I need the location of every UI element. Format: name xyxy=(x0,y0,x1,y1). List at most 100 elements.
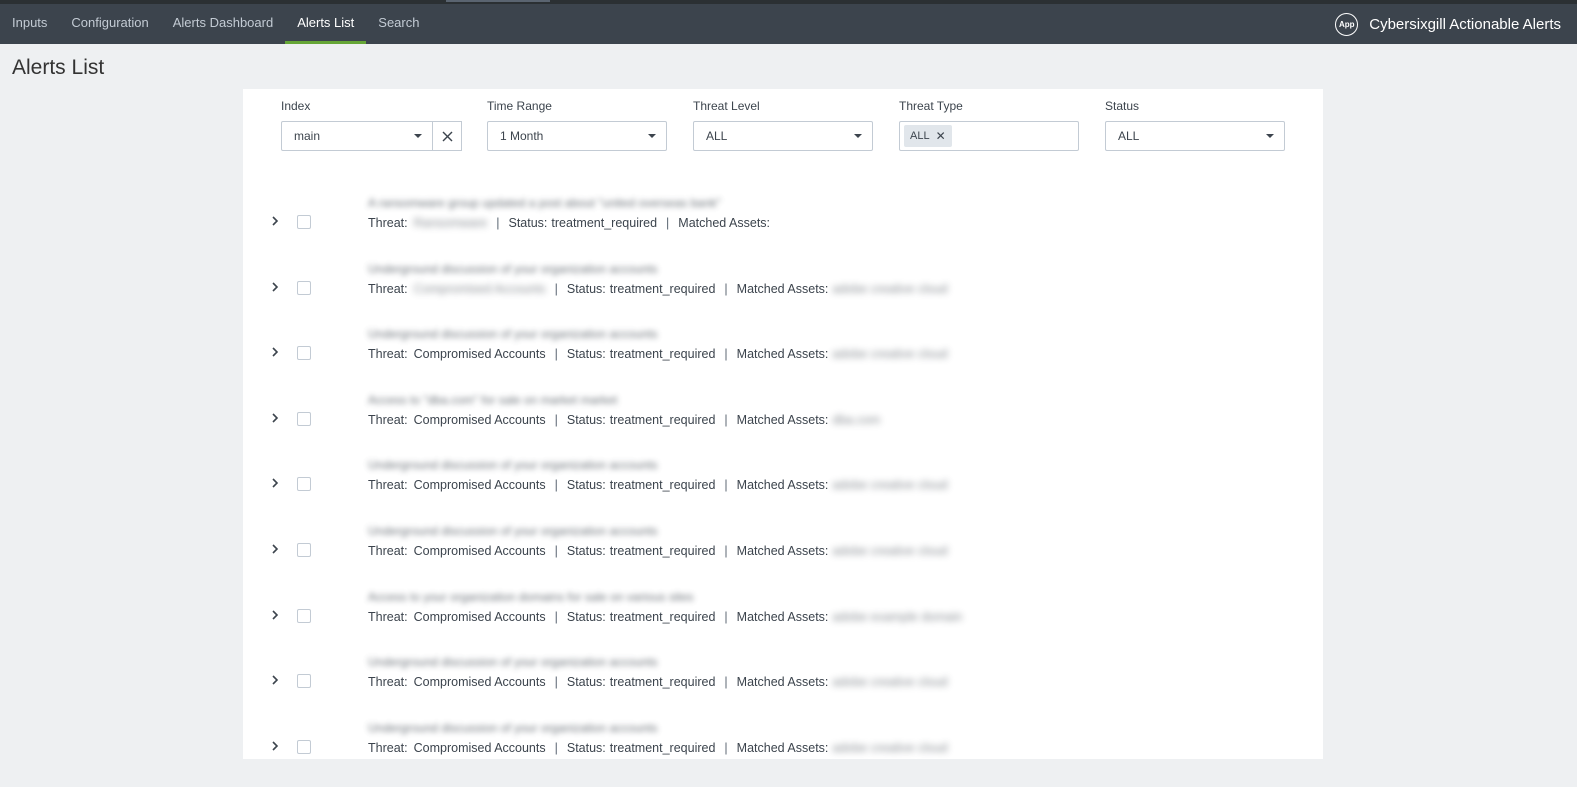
alert-title[interactable]: Underground discussion of your organizat… xyxy=(368,524,658,538)
clear-index-button[interactable] xyxy=(433,121,462,151)
top-nav-bar: Inputs Configuration Alerts Dashboard Al… xyxy=(0,0,1577,44)
chevron-right-icon[interactable] xyxy=(270,674,280,686)
status-value: treatment_required xyxy=(609,544,716,558)
alert-title[interactable]: Underground discussion of your organizat… xyxy=(368,458,658,472)
chevron-right-icon[interactable] xyxy=(270,477,280,489)
alert-checkbox[interactable] xyxy=(297,543,311,557)
alert-checkbox[interactable] xyxy=(297,215,311,229)
matched-assets-value: adobe creative cloud xyxy=(832,478,948,493)
alert-meta: Threat: Compromised Accounts | Status: treat… xyxy=(368,610,962,624)
alert-title[interactable]: Access to "dba.com" for sale on market m… xyxy=(368,393,617,407)
alert-title[interactable]: Underground discussion of your organizat… xyxy=(368,655,658,669)
alert-title[interactable]: Underground discussion of your organizat… xyxy=(368,721,658,735)
threat-label: Threat: xyxy=(368,609,408,624)
separator: | xyxy=(554,740,558,755)
alert-checkbox[interactable] xyxy=(297,608,311,623)
chevron-right-icon[interactable] xyxy=(270,543,280,555)
nav-item-alerts-dashboard[interactable]: Alerts Dashboard xyxy=(161,4,285,44)
nav-item-configuration[interactable]: Configuration xyxy=(59,4,160,44)
index-select[interactable]: main xyxy=(281,121,433,151)
chevron-right-icon[interactable] xyxy=(270,412,280,424)
alert-checkbox[interactable] xyxy=(297,411,311,426)
alert-checkbox[interactable] xyxy=(297,280,311,295)
threat-level-value: ALL xyxy=(706,129,728,143)
alert-meta: Threat: Compromised Accounts | Status: treat… xyxy=(368,544,948,558)
alert-row: Underground discussion of your organizat… xyxy=(243,327,1323,393)
matched-assets-label: Matched Assets: xyxy=(736,412,829,427)
threat-type-multiselect[interactable]: ALL ✕ xyxy=(899,121,1079,151)
matched-assets-value: adobe creative cloud xyxy=(832,740,948,755)
separator: | xyxy=(724,544,728,558)
threat-type-chip-label: ALL xyxy=(910,130,930,142)
alert-row: A ransomware group updated a post about … xyxy=(243,196,1323,262)
time-range-select[interactable]: 1 Month xyxy=(487,121,667,151)
alert-checkbox[interactable] xyxy=(297,674,311,689)
status-select[interactable]: ALL xyxy=(1105,121,1285,151)
separator: | xyxy=(666,216,670,230)
chevron-right-icon[interactable] xyxy=(270,281,280,293)
chevron-right-icon[interactable] xyxy=(270,215,280,227)
chevron-right-icon[interactable] xyxy=(270,609,280,621)
alert-title[interactable]: Underground discussion of your organizat… xyxy=(368,262,658,276)
alert-row: Underground discussion of your organizat… xyxy=(243,458,1323,524)
status-label: Status: xyxy=(566,740,606,755)
index-filter: Index main xyxy=(281,99,462,151)
alert-meta: Threat: Compromised Accounts | Status: treat… xyxy=(368,413,880,427)
alert-meta: Threat: Ransomware | Status: treatment_requi… xyxy=(368,216,774,230)
nav-item-alerts-list[interactable]: Alerts List xyxy=(285,4,367,44)
alert-title[interactable]: A ransomware group updated a post about … xyxy=(368,196,721,210)
matched-assets-label: Matched Assets: xyxy=(736,675,829,690)
status-value: treatment_required xyxy=(609,740,716,755)
alert-row: Underground discussion of your organizat… xyxy=(243,655,1323,721)
matched-assets-value: adobe creative cloud xyxy=(832,347,948,362)
alert-title[interactable]: Underground discussion of your organizat… xyxy=(368,327,658,341)
status-label: Status: xyxy=(566,609,606,624)
time-range-filter: Time Range 1 Month xyxy=(487,99,667,151)
alert-title[interactable]: Access to your organization domains for … xyxy=(368,590,694,604)
status-label: Status: xyxy=(508,216,548,230)
caret-down-icon xyxy=(854,134,862,138)
remove-chip-icon[interactable]: ✕ xyxy=(936,129,946,143)
matched-assets-label: Matched Assets: xyxy=(736,281,829,296)
index-label: Index xyxy=(281,99,311,113)
time-range-label: Time Range xyxy=(487,99,552,113)
threat-value: Ransomware xyxy=(413,216,488,230)
matched-assets-value: dba.com xyxy=(832,412,881,427)
matched-assets-label: Matched Assets: xyxy=(678,216,771,230)
status-value: treatment_required xyxy=(609,412,716,427)
nav-menu: Inputs Configuration Alerts Dashboard Al… xyxy=(0,4,431,44)
chevron-right-icon[interactable] xyxy=(270,346,280,358)
alert-checkbox[interactable] xyxy=(297,477,311,492)
threat-label: Threat: xyxy=(368,216,408,230)
threat-label: Threat: xyxy=(368,675,408,690)
separator: | xyxy=(724,412,728,427)
separator: | xyxy=(724,609,728,624)
matched-assets-label: Matched Assets: xyxy=(736,347,829,362)
matched-assets-value: adobe creative cloud xyxy=(832,281,948,296)
status-value: treatment_required xyxy=(551,216,658,230)
threat-type-filter: Threat Type ALL ✕ xyxy=(899,99,1079,151)
status-value: treatment_required xyxy=(609,281,716,296)
alert-row: Underground discussion of your organizat… xyxy=(243,721,1323,787)
alert-checkbox[interactable] xyxy=(297,346,311,361)
alert-meta: Threat: Compromised Accounts | Status: treat… xyxy=(368,478,948,492)
threat-level-select[interactable]: ALL xyxy=(693,121,873,151)
nav-item-search[interactable]: Search xyxy=(366,4,431,44)
threat-type-chip: ALL ✕ xyxy=(904,125,952,147)
status-value: treatment_required xyxy=(609,347,716,362)
app-title-block: App Cybersixgill Actionable Alerts xyxy=(1335,4,1561,44)
alert-checkbox[interactable] xyxy=(297,739,311,754)
status-label: Status: xyxy=(566,675,606,690)
nav-item-inputs[interactable]: Inputs xyxy=(0,4,59,44)
separator: | xyxy=(496,216,500,230)
separator: | xyxy=(724,478,728,493)
threat-label: Threat: xyxy=(368,740,408,755)
chevron-right-icon[interactable] xyxy=(270,740,280,752)
status-label: Status: xyxy=(566,347,606,362)
separator: | xyxy=(554,478,558,493)
threat-value: Compromised Accounts xyxy=(413,281,546,296)
status-label: Status: xyxy=(566,544,606,558)
separator: | xyxy=(554,347,558,362)
alert-meta: Threat: Compromised Accounts | Status: treat… xyxy=(368,741,948,755)
threat-value: Compromised Accounts xyxy=(413,478,546,493)
